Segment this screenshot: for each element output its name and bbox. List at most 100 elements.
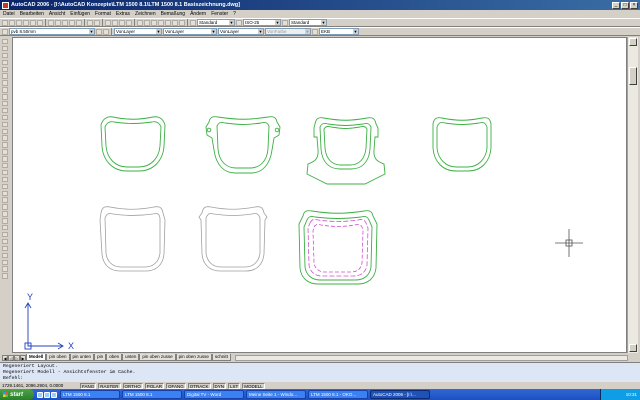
polygon-icon[interactable] bbox=[2, 59, 8, 66]
zoom-previous-icon[interactable] bbox=[126, 19, 132, 26]
lineweight-select[interactable]: VonLayer ▼ bbox=[218, 28, 264, 35]
snap-toggle[interactable]: FANG bbox=[80, 382, 97, 389]
maximize-button[interactable]: □ bbox=[621, 1, 629, 9]
move-icon[interactable] bbox=[2, 204, 8, 210]
vertical-scrollbar[interactable] bbox=[627, 37, 638, 353]
stretch-icon[interactable] bbox=[2, 225, 8, 231]
polyline-icon[interactable] bbox=[2, 52, 8, 59]
help-icon[interactable] bbox=[179, 19, 185, 26]
scroll-down-button[interactable] bbox=[629, 344, 637, 352]
tab-modell[interactable]: Modell bbox=[26, 354, 47, 361]
menu-help[interactable]: ? bbox=[232, 11, 237, 17]
dyn-toggle[interactable]: DYN bbox=[212, 382, 227, 389]
zoom-realtime-icon[interactable] bbox=[112, 19, 118, 26]
clock[interactable]: 10:31 bbox=[626, 392, 637, 397]
taskbar-item[interactable]: LTM 1500 8.1 - OKO... bbox=[308, 390, 368, 399]
region-icon[interactable] bbox=[2, 149, 8, 155]
otrack-toggle[interactable]: OTRACK bbox=[187, 382, 211, 389]
layer-previous-icon[interactable] bbox=[103, 28, 109, 35]
tab-oben[interactable]: oben bbox=[106, 354, 123, 361]
ellipse-icon[interactable] bbox=[2, 101, 8, 107]
sheet-set-icon[interactable] bbox=[158, 19, 164, 26]
menu-einfuegen[interactable]: Einfügen bbox=[69, 11, 91, 17]
taskbar-item[interactable]: LTM 1500 8.1 bbox=[60, 390, 120, 399]
fillet-icon[interactable] bbox=[2, 266, 8, 272]
array-icon[interactable] bbox=[2, 197, 8, 203]
plotstyle-select[interactable]: VonFarbe ▼ bbox=[265, 28, 311, 35]
tab-pin-unten[interactable]: pin unten bbox=[69, 354, 95, 361]
tab-pin-oben-zusse-2[interactable]: pin oben zusse bbox=[175, 354, 212, 361]
menu-format[interactable]: Format bbox=[94, 11, 112, 17]
lineweight-toggle[interactable]: LST bbox=[228, 382, 241, 389]
block-editor-icon[interactable] bbox=[76, 19, 82, 26]
circle-icon[interactable] bbox=[2, 80, 8, 86]
point-icon[interactable] bbox=[2, 128, 8, 134]
grid-toggle[interactable]: RASTER bbox=[98, 382, 121, 389]
save-icon[interactable] bbox=[16, 19, 22, 26]
linetype-select[interactable]: VonLayer ▼ bbox=[163, 28, 217, 35]
arc-icon[interactable] bbox=[2, 73, 8, 79]
menu-bemassung[interactable]: Bemaßung bbox=[160, 11, 186, 17]
menu-bearbeiten[interactable]: Bearbeiten bbox=[19, 11, 45, 17]
tab-pin-oben[interactable]: pin oben bbox=[46, 354, 70, 361]
rotate-icon[interactable] bbox=[2, 211, 8, 217]
menu-datei[interactable]: Datei bbox=[2, 11, 16, 17]
trim-icon[interactable] bbox=[2, 231, 8, 238]
taskbar-item[interactable]: Digital TV - Word bbox=[184, 390, 244, 399]
erase-icon[interactable] bbox=[2, 169, 8, 176]
calculator-icon[interactable] bbox=[172, 19, 178, 26]
paste-icon[interactable] bbox=[62, 19, 68, 26]
undo-icon[interactable] bbox=[87, 19, 93, 26]
taskbar-item[interactable]: LTM 1500 8.1 bbox=[122, 390, 182, 399]
tab-unten[interactable]: unten bbox=[122, 354, 140, 361]
layer-manager-icon[interactable] bbox=[2, 28, 8, 35]
table-icon[interactable] bbox=[2, 156, 8, 162]
color-select[interactable]: VonLayer ▼ bbox=[114, 28, 162, 35]
browser-icon[interactable] bbox=[44, 391, 50, 398]
ellipse-arc-icon[interactable] bbox=[2, 107, 8, 114]
open-icon[interactable] bbox=[9, 19, 15, 26]
pan-icon[interactable] bbox=[105, 19, 111, 26]
tab-pin-oben-zusse-1[interactable]: pin oben zusse bbox=[139, 354, 176, 361]
tool-palettes-icon[interactable] bbox=[151, 19, 157, 26]
ortho-toggle[interactable]: ORTHO bbox=[122, 382, 143, 389]
scroll-thumb[interactable] bbox=[629, 67, 637, 85]
menu-zeichnen[interactable]: Zeichnen bbox=[134, 11, 157, 17]
offset-icon[interactable] bbox=[2, 190, 8, 196]
show-desktop-icon[interactable] bbox=[37, 391, 43, 398]
line-icon[interactable] bbox=[2, 39, 8, 45]
taskbar-item[interactable]: Meine Seite 1 - Windo... bbox=[246, 390, 306, 399]
osnap-toggle[interactable]: OFANG bbox=[165, 382, 186, 389]
make-current-icon[interactable] bbox=[96, 28, 102, 35]
command-window[interactable]: Regeneriert Layout. Regeneriert Modell -… bbox=[0, 362, 640, 382]
mtext-icon[interactable] bbox=[2, 163, 8, 169]
explode-icon[interactable] bbox=[2, 273, 8, 279]
chamfer-icon[interactable] bbox=[2, 259, 8, 265]
hatch-icon[interactable] bbox=[2, 135, 8, 141]
gradient-icon[interactable] bbox=[2, 142, 8, 148]
model-toggle[interactable]: MODELL bbox=[242, 382, 265, 389]
new-icon[interactable] bbox=[2, 19, 8, 26]
revcloud-icon[interactable] bbox=[2, 87, 8, 93]
menu-extras[interactable]: Extras bbox=[115, 11, 131, 17]
table-style-select[interactable]: Standard ▼ bbox=[289, 19, 327, 26]
construction-line-icon[interactable] bbox=[2, 45, 8, 52]
tab-pin[interactable]: pin bbox=[94, 354, 107, 361]
plot-icon[interactable] bbox=[23, 19, 29, 26]
cut-icon[interactable] bbox=[48, 19, 54, 26]
close-button[interactable]: × bbox=[630, 1, 638, 9]
properties-icon[interactable] bbox=[137, 19, 143, 26]
tab-schnitt[interactable]: schnitt bbox=[211, 354, 231, 361]
copy-icon[interactable] bbox=[55, 19, 61, 26]
text-style-select[interactable]: Standard ▼ bbox=[197, 19, 235, 26]
spline-icon[interactable] bbox=[2, 94, 8, 100]
match-properties-icon[interactable] bbox=[69, 19, 75, 26]
polar-toggle[interactable]: POLAR bbox=[144, 382, 164, 389]
extend-icon[interactable] bbox=[2, 238, 8, 245]
zoom-window-icon[interactable] bbox=[119, 19, 125, 26]
redo-icon[interactable] bbox=[94, 19, 100, 26]
insert-block-icon[interactable] bbox=[2, 114, 8, 121]
publish-icon[interactable] bbox=[37, 19, 43, 26]
scale-icon[interactable] bbox=[2, 218, 8, 224]
taskbar-item-active[interactable]: AutoCAD 2006 - [I:\... bbox=[370, 390, 430, 399]
